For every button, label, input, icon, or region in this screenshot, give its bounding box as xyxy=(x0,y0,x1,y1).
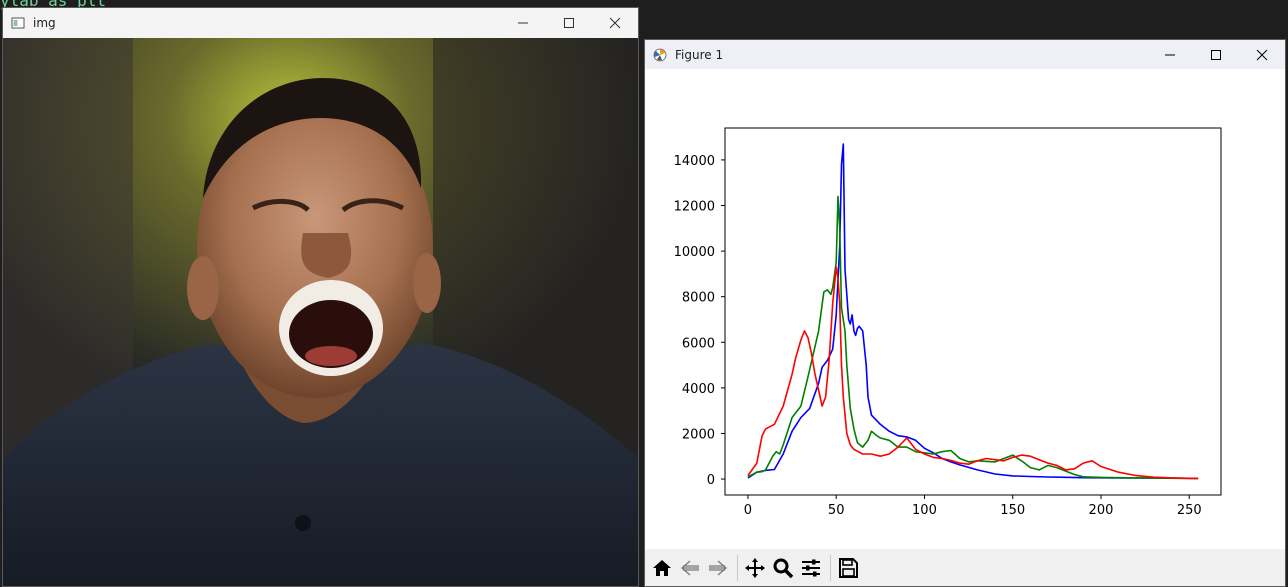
series-line-0 xyxy=(747,143,1199,480)
plot-area[interactable]: 0 50 100 150 200 250 0 2000 4000 6000 8000 10000 120… xyxy=(645,69,1285,549)
y-tick-label: 0 xyxy=(707,473,715,488)
img-window-titlebar[interactable]: img xyxy=(3,8,638,38)
x-tick-label: 0 xyxy=(744,503,752,518)
y-tick-label: 14000 xyxy=(674,154,715,169)
forward-arrow-icon xyxy=(709,560,727,575)
x-tick-label: 50 xyxy=(828,503,845,518)
displayed-photo xyxy=(3,38,638,586)
maximize-button[interactable] xyxy=(546,8,592,38)
home-button[interactable] xyxy=(649,553,675,583)
minimize-icon xyxy=(1165,54,1175,55)
matplotlib-icon xyxy=(653,48,667,61)
maximize-icon xyxy=(1211,49,1221,60)
photo-illustration xyxy=(3,38,638,586)
toolbar-separator xyxy=(830,554,831,581)
pan-button[interactable] xyxy=(742,553,768,583)
maximize-button[interactable] xyxy=(1193,40,1239,70)
y-tick-label: 4000 xyxy=(682,382,715,397)
minimize-button[interactable] xyxy=(1147,40,1193,70)
zoom-button[interactable] xyxy=(770,553,796,583)
y-tick-label: 6000 xyxy=(682,336,715,351)
pan-icon xyxy=(745,557,765,578)
close-icon xyxy=(609,17,621,29)
configure-subplots-button[interactable] xyxy=(798,553,824,583)
x-tick-label: 200 xyxy=(1089,503,1114,518)
close-button[interactable] xyxy=(1239,40,1285,70)
y-tick-label: 2000 xyxy=(682,427,715,442)
configure-subplots-icon xyxy=(802,559,820,576)
img-window-title: img xyxy=(33,16,56,30)
maximize-icon xyxy=(564,18,574,28)
forward-button[interactable] xyxy=(705,553,731,583)
toolbar-separator xyxy=(737,554,738,581)
y-tick-label: 8000 xyxy=(682,291,715,306)
save-icon xyxy=(839,557,858,578)
matplotlib-toolbar xyxy=(645,549,1285,586)
y-tick-label: 10000 xyxy=(674,245,715,260)
figure-window[interactable]: Figure 1 0 50 100 150 200 250 0 2000 4000 6000 800… xyxy=(645,40,1285,586)
minimize-button[interactable] xyxy=(500,8,546,38)
app-window-icon xyxy=(11,17,25,29)
axes-frame xyxy=(724,127,1222,496)
home-icon xyxy=(653,559,671,576)
histogram-chart: 0 50 100 150 200 250 0 2000 4000 6000 8000 10000 120… xyxy=(674,127,1222,518)
figure-window-title: Figure 1 xyxy=(675,47,724,62)
x-tick-label: 250 xyxy=(1177,503,1202,518)
y-tick-label: 12000 xyxy=(674,200,715,215)
zoom-icon xyxy=(773,558,794,578)
series-line-2 xyxy=(747,266,1199,480)
save-button[interactable] xyxy=(835,553,861,583)
back-button[interactable] xyxy=(677,553,703,583)
close-button[interactable] xyxy=(592,8,638,38)
x-tick-label: 150 xyxy=(1000,503,1025,518)
series-line-1 xyxy=(747,195,1199,480)
figure-window-titlebar[interactable]: Figure 1 xyxy=(645,40,1285,69)
img-window[interactable]: img xyxy=(3,8,638,586)
close-icon xyxy=(1256,49,1268,60)
back-arrow-icon xyxy=(681,560,699,575)
x-tick-label: 100 xyxy=(912,503,937,518)
minimize-icon xyxy=(518,22,528,24)
